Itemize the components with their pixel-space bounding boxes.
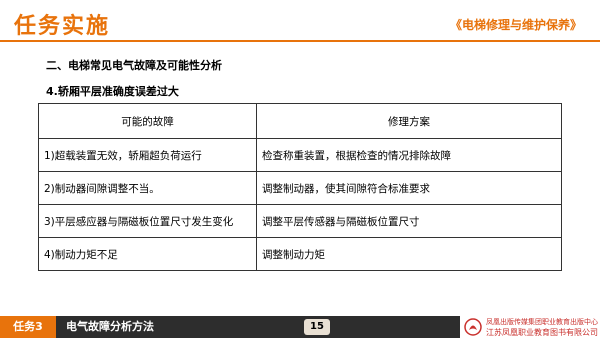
column-header-solution: 修理方案 [256,103,562,139]
table-cell-solution: 检查称重装置，根据检查的情况排除故障 [256,138,562,172]
table-cell-solution: 调整制动器，使其间隙符合标准要求 [256,171,562,205]
table-row: 3)平层感应器与隔磁板位置尺寸发生变化 调整平层传感器与隔磁板位置尺寸 [38,204,562,238]
table-cell-solution: 调整制动力矩 [256,237,562,271]
section-heading: 二、电梯常见电气故障及可能性分析 [46,59,222,72]
table-row: 1)超载装置无效，轿厢超负荷运行 检查称重装置，根据检查的情况排除故障 [38,138,562,172]
table-cell-fault: 4)制动力矩不足 [38,237,257,271]
table-cell-solution: 调整平层传感器与隔磁板位置尺寸 [256,204,562,238]
header-bar: 任务实施 《电梯修理与维护保养》 [0,0,600,44]
footer-title: 电气故障分析方法 [66,320,154,333]
fault-table: 可能的故障 修理方案 1)超载装置无效，轿厢超负荷运行 检查称重装置，根据检查的… [38,103,562,271]
publisher-name-2: 江苏凤凰职业教育图书有限公司 [486,328,598,337]
publisher-name-1: 凤凰出版传媒集团职业教育出版中心 [486,318,598,326]
phoenix-logo-icon [464,318,482,336]
table-cell-fault: 2)制动器间隙调整不当。 [38,171,257,205]
book-title: 《电梯修理与维护保养》 [449,18,582,32]
column-header-fault: 可能的故障 [38,103,257,139]
table-row: 2)制动器间隙调整不当。 调整制动器，使其间隙符合标准要求 [38,171,562,205]
sub-heading: 4.轿厢平层准确度误差过大 [46,85,179,98]
footer-bar: 任务3 电气故障分析方法 15 凤凰出版传媒集团职业教育出版中心 江苏凤凰职业教… [0,316,600,338]
table-cell-fault: 3)平层感应器与隔磁板位置尺寸发生变化 [38,204,257,238]
table-header-row: 可能的故障 修理方案 [38,103,562,139]
table-row: 4)制动力矩不足 调整制动力矩 [38,237,562,271]
page-title: 任务实施 [14,14,111,39]
header-divider [0,40,600,42]
page-number: 15 [304,319,330,335]
table-cell-fault: 1)超载装置无效，轿厢超负荷运行 [38,138,257,172]
task-label: 任务3 [0,316,56,338]
publisher-block: 凤凰出版传媒集团职业教育出版中心 江苏凤凰职业教育图书有限公司 [460,316,600,338]
